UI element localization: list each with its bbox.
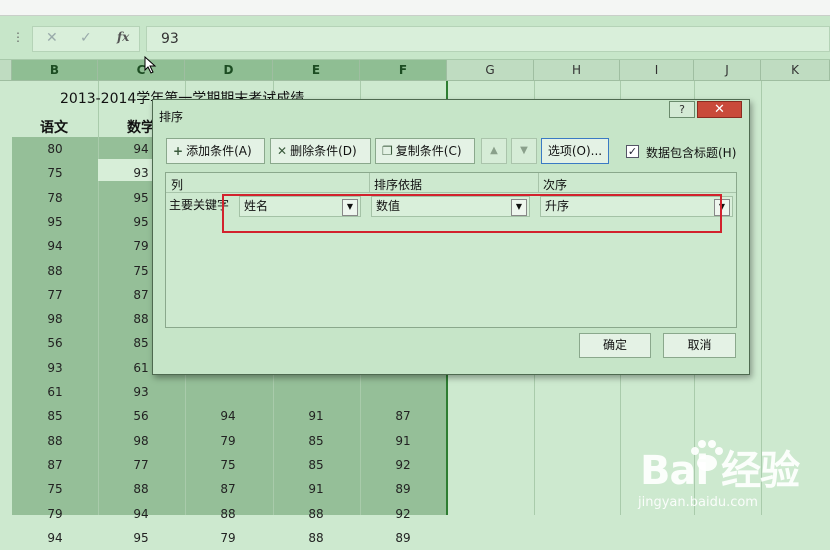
- grid-header-order: 次序: [543, 178, 568, 192]
- col-header-j[interactable]: J: [694, 60, 761, 81]
- grip-icon: ⋮: [12, 30, 24, 44]
- cancel-button[interactable]: 取消: [663, 333, 736, 358]
- table-cell[interactable]: 61: [12, 380, 98, 404]
- cancel-icon[interactable]: ✕: [46, 30, 58, 46]
- add-icon: +: [173, 144, 184, 158]
- table-cell[interactable]: 95: [12, 210, 98, 234]
- check-icon: ✓: [627, 145, 638, 158]
- col-header-i[interactable]: I: [620, 60, 694, 81]
- delete-condition-button[interactable]: ✕ 删除条件(D): [270, 138, 371, 164]
- delete-icon: ✕: [277, 144, 288, 158]
- mouse-cursor-icon: [144, 56, 157, 74]
- copy-icon: ❐: [382, 144, 393, 158]
- table-cell[interactable]: 88: [98, 477, 184, 501]
- table-cell[interactable]: 98: [98, 429, 184, 453]
- help-button[interactable]: ?: [669, 101, 695, 118]
- add-condition-button[interactable]: + 添加条件(A): [166, 138, 265, 164]
- table-cell[interactable]: 75: [185, 453, 271, 477]
- table-cell[interactable]: 78: [12, 186, 98, 210]
- table-cell[interactable]: 79: [185, 429, 271, 453]
- formula-input[interactable]: 93: [146, 26, 830, 52]
- table-cell[interactable]: 87: [360, 404, 446, 428]
- table-cell[interactable]: 79: [12, 502, 98, 526]
- ribbon-strip: [0, 0, 830, 16]
- table-cell[interactable]: 89: [360, 526, 446, 550]
- table-cell[interactable]: 91: [273, 477, 359, 501]
- col-header-e[interactable]: E: [273, 60, 360, 81]
- options-button[interactable]: 选项(O)...: [541, 138, 609, 164]
- table-cell[interactable]: 85: [273, 453, 359, 477]
- watermark-url: jingyan.baidu.com: [638, 495, 758, 510]
- col-header-h[interactable]: H: [534, 60, 620, 81]
- grid-header-separator: [369, 173, 370, 193]
- grid-header-row: [166, 173, 736, 193]
- table-cell[interactable]: 89: [360, 477, 446, 501]
- table-cell[interactable]: 79: [185, 526, 271, 550]
- baidu-watermark: Bai 经验: [640, 448, 800, 494]
- table-cell[interactable]: 85: [273, 429, 359, 453]
- table-cell[interactable]: 56: [12, 331, 98, 355]
- table-cell[interactable]: 92: [360, 453, 446, 477]
- copy-condition-button[interactable]: ❐ 复制条件(C): [375, 138, 475, 164]
- copy-condition-label: 复制条件(C): [395, 144, 462, 158]
- add-condition-label: 添加条件(A): [186, 144, 252, 158]
- has-header-checkbox[interactable]: ✓: [626, 145, 639, 158]
- delete-condition-label: 删除条件(D): [290, 144, 357, 158]
- table-cell[interactable]: 80: [12, 137, 98, 161]
- col-header-g[interactable]: G: [447, 60, 534, 81]
- col-header-k[interactable]: K: [761, 60, 830, 81]
- col-header-d[interactable]: D: [185, 60, 273, 81]
- col-header-b[interactable]: B: [12, 60, 98, 81]
- table-cell[interactable]: 94: [185, 404, 271, 428]
- grid-header-sort-on: 排序依据: [374, 178, 423, 192]
- table-cell[interactable]: 88: [273, 526, 359, 550]
- table-cell[interactable]: 94: [12, 234, 98, 258]
- annotation-highlight-box: [222, 194, 722, 233]
- table-cell[interactable]: 56: [98, 404, 184, 428]
- table-cell[interactable]: 88: [185, 502, 271, 526]
- grid-header-separator: [538, 173, 539, 193]
- has-header-label[interactable]: 数据包含标题(H): [646, 144, 736, 161]
- ok-button[interactable]: 确定: [579, 333, 651, 358]
- col-header-f[interactable]: F: [360, 60, 447, 81]
- table-cell[interactable]: 93: [12, 356, 98, 380]
- table-cell[interactable]: 85: [12, 404, 98, 428]
- table-cell[interactable]: 88: [273, 502, 359, 526]
- table-cell[interactable]: 94: [12, 526, 98, 550]
- table-cell[interactable]: 93: [98, 380, 184, 404]
- close-button[interactable]: ✕: [697, 101, 742, 118]
- table-cell[interactable]: 91: [273, 404, 359, 428]
- primary-key-label: 主要关键字: [169, 198, 230, 212]
- move-up-icon: ▲: [490, 145, 498, 156]
- table-cell[interactable]: 87: [185, 477, 271, 501]
- col-header-c[interactable]: C: [98, 60, 185, 81]
- enter-icon[interactable]: ✓: [80, 30, 92, 46]
- table-cell[interactable]: 75: [12, 161, 98, 185]
- table-cell[interactable]: 75: [12, 477, 98, 501]
- table-cell[interactable]: 95: [98, 526, 184, 550]
- table-cell[interactable]: 77: [12, 283, 98, 307]
- move-down-button[interactable]: ▼: [511, 138, 537, 164]
- table-cell[interactable]: 77: [98, 453, 184, 477]
- table-cell[interactable]: 91: [360, 429, 446, 453]
- dialog-title: 排序: [159, 110, 184, 124]
- header-chinese[interactable]: 语文: [40, 117, 68, 137]
- grid-header-column: 列: [171, 178, 184, 192]
- move-up-button[interactable]: ▲: [481, 138, 507, 164]
- table-cell[interactable]: 98: [12, 307, 98, 331]
- table-cell[interactable]: 94: [98, 502, 184, 526]
- header-math[interactable]: 数学: [127, 117, 155, 137]
- table-cell[interactable]: 87: [12, 453, 98, 477]
- table-cell[interactable]: 88: [12, 259, 98, 283]
- table-cell[interactable]: 88: [12, 429, 98, 453]
- move-down-icon: ▼: [520, 145, 528, 156]
- corner-header[interactable]: [0, 60, 12, 81]
- insert-function-icon[interactable]: fx: [117, 30, 129, 44]
- table-cell[interactable]: 92: [360, 502, 446, 526]
